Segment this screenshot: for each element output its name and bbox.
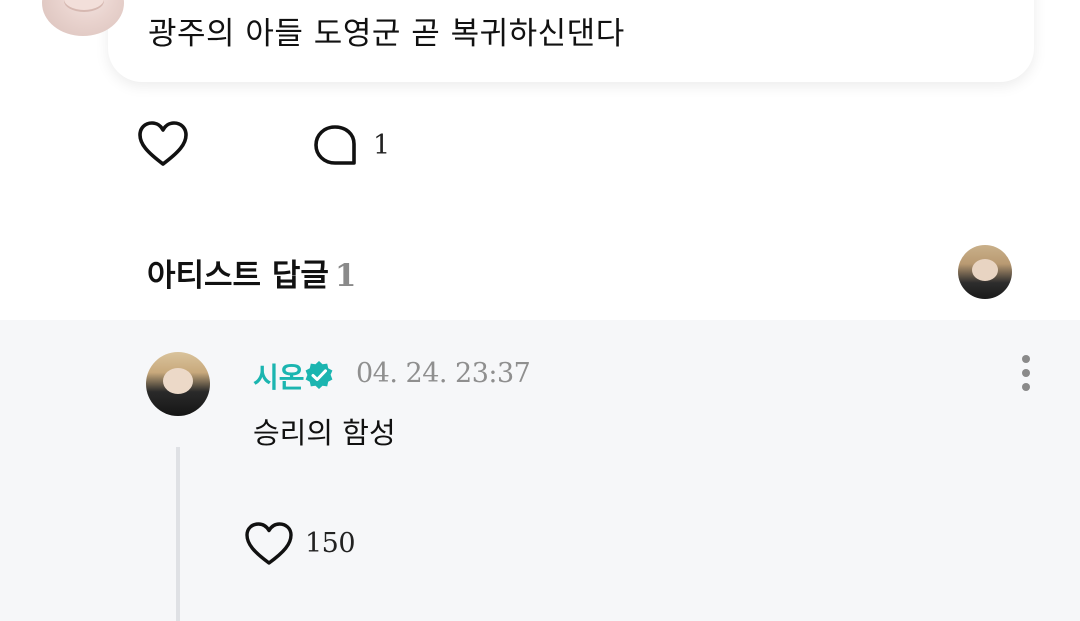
artist-replies-header: 아티스트 답글 1 bbox=[147, 250, 357, 295]
comment-count: 1 bbox=[373, 130, 391, 161]
reply-author-name[interactable]: 시온 bbox=[253, 356, 305, 396]
verified-badge-icon bbox=[305, 361, 333, 389]
like-heart-icon[interactable] bbox=[137, 120, 189, 168]
reply-like-heart-icon[interactable] bbox=[244, 521, 294, 567]
artist-replies-title: 아티스트 답글 bbox=[147, 258, 329, 294]
reply-text: 승리의 함성 bbox=[253, 416, 396, 450]
reply-timestamp: 04. 24. 23:37 bbox=[356, 358, 531, 389]
thread-line bbox=[176, 447, 180, 621]
comment-bubble-icon[interactable] bbox=[313, 124, 357, 166]
artist-avatar[interactable] bbox=[958, 245, 1012, 299]
artist-replies-count: 1 bbox=[334, 258, 357, 294]
reply-author-avatar[interactable] bbox=[146, 352, 210, 416]
more-vertical-icon[interactable] bbox=[1014, 354, 1038, 394]
post-text: 광주의 아들 도영군 곧 복귀하신댄다 bbox=[148, 16, 625, 52]
comment-thread-screen: 광주의 아들 도영군 곧 복귀하신댄다 1 아티스트 답글 1 시온 04. 24… bbox=[0, 0, 1080, 621]
reply-like-count: 150 bbox=[305, 528, 356, 559]
